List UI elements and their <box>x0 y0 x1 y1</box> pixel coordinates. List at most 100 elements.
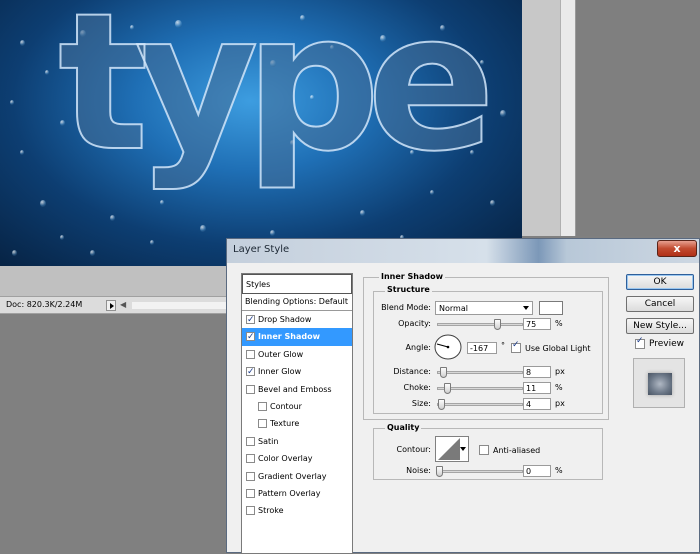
contour-picker[interactable] <box>435 436 469 462</box>
noise-input[interactable]: 0 <box>523 465 551 477</box>
vertical-scrollbar[interactable] <box>560 0 576 236</box>
style-item-pattern-overlay[interactable]: Pattern Overlay <box>242 485 352 502</box>
water-drop <box>40 200 46 208</box>
opacity-input[interactable]: 75 <box>523 318 551 330</box>
opacity-slider[interactable] <box>437 319 523 330</box>
style-item-checkbox[interactable] <box>246 312 255 329</box>
style-item-satin[interactable]: Satin <box>242 433 352 450</box>
style-item-gradient-overlay[interactable]: Gradient Overlay <box>242 468 352 485</box>
chevron-down-icon <box>460 447 466 451</box>
styles-header[interactable]: Styles <box>242 274 352 294</box>
ok-button[interactable]: OK <box>626 274 694 290</box>
cancel-button[interactable]: Cancel <box>626 296 694 312</box>
shadow-color-swatch[interactable] <box>539 301 563 315</box>
new-style-button[interactable]: New Style... <box>626 318 694 334</box>
style-item-checkbox[interactable] <box>246 349 255 359</box>
angle-dial[interactable] <box>433 334 463 360</box>
status-menu-arrow-icon[interactable] <box>106 300 116 311</box>
size-slider-handle[interactable] <box>438 399 445 410</box>
inner-shadow-title: Inner Shadow <box>379 272 445 281</box>
style-item-label: Inner Shadow <box>258 332 320 342</box>
blend-mode-select[interactable]: Normal <box>435 301 533 315</box>
preview-label[interactable]: Preview <box>649 339 684 349</box>
workspace-background <box>576 0 700 236</box>
anti-aliased-checkbox[interactable] <box>479 445 489 455</box>
choke-input[interactable]: 11 <box>523 382 551 394</box>
opacity-unit: % <box>555 319 563 328</box>
style-item-checkbox[interactable] <box>246 488 255 498</box>
quality-title: Quality <box>385 423 422 432</box>
close-button[interactable]: x <box>657 240 697 257</box>
angle-unit: ° <box>501 341 505 350</box>
dialog-title: Layer Style <box>233 244 290 255</box>
water-drop <box>150 240 154 245</box>
choke-slider-handle[interactable] <box>444 383 451 394</box>
blending-options-item[interactable]: Blending Options: Default <box>242 294 352 311</box>
opacity-slider-handle[interactable] <box>494 319 501 330</box>
style-item-label: Texture <box>270 419 300 429</box>
water-drop <box>90 250 95 256</box>
size-slider[interactable] <box>437 399 523 410</box>
style-preview <box>633 358 685 408</box>
style-item-checkbox[interactable] <box>246 454 255 464</box>
style-item-contour[interactable]: Contour <box>242 398 352 415</box>
distance-label: Distance: <box>393 367 431 376</box>
choke-unit: % <box>555 383 563 392</box>
style-item-drop-shadow[interactable]: Drop Shadow <box>242 311 352 329</box>
style-item-checkbox[interactable] <box>246 436 255 446</box>
style-item-label: Bevel and Emboss <box>258 384 332 394</box>
distance-slider[interactable] <box>437 367 523 378</box>
style-item-inner-shadow[interactable]: Inner Shadow <box>242 328 352 346</box>
use-global-light-checkbox[interactable]: ✓ <box>511 340 521 353</box>
water-drop <box>45 70 49 75</box>
scroll-left-icon[interactable]: ◀ <box>120 300 130 311</box>
style-item-texture[interactable]: Texture <box>242 415 352 432</box>
size-input[interactable]: 4 <box>523 398 551 410</box>
preview-checkbox[interactable]: ✓ <box>635 336 645 349</box>
style-item-label: Inner Glow <box>258 367 302 377</box>
style-item-outer-glow[interactable]: Outer Glow <box>242 346 352 363</box>
distance-slider-handle[interactable] <box>440 367 447 378</box>
noise-slider-handle[interactable] <box>436 466 443 477</box>
styles-list: Styles Blending Options: Default Drop Sh… <box>241 273 353 554</box>
style-item-label: Drop Shadow <box>258 315 312 324</box>
water-drop <box>490 200 495 206</box>
style-item-checkbox[interactable] <box>258 419 267 429</box>
dialog-titlebar[interactable]: Layer Style x <box>227 239 699 263</box>
style-item-label: Outer Glow <box>258 349 304 359</box>
style-item-checkbox[interactable] <box>246 384 255 394</box>
document-canvas[interactable]: type <box>0 0 522 266</box>
style-item-color-overlay[interactable]: Color Overlay <box>242 450 352 467</box>
style-item-checkbox[interactable] <box>246 471 255 481</box>
water-drop <box>20 40 25 46</box>
chevron-down-icon <box>523 306 529 310</box>
angle-input[interactable]: -167 <box>467 342 497 354</box>
contour-preview-icon <box>438 438 460 460</box>
canvas-pasteboard-bottom <box>0 266 226 296</box>
use-global-light-label[interactable]: Use Global Light <box>525 344 591 353</box>
noise-slider[interactable] <box>436 466 523 477</box>
style-item-label: Contour <box>270 401 302 411</box>
water-drop <box>10 100 14 105</box>
choke-label: Choke: <box>403 383 431 392</box>
choke-slider[interactable] <box>437 383 523 394</box>
style-item-checkbox[interactable] <box>258 401 267 411</box>
style-item-bevel-and-emboss[interactable]: Bevel and Emboss <box>242 381 352 398</box>
distance-input[interactable]: 8 <box>523 366 551 378</box>
style-items: Drop Shadow Inner Shadow Outer Glow Inner G… <box>242 311 352 520</box>
style-item-checkbox[interactable] <box>246 506 255 516</box>
style-item-checkbox[interactable] <box>246 364 255 381</box>
blend-mode-value: Normal <box>439 304 468 313</box>
style-item-inner-glow[interactable]: Inner Glow <box>242 363 352 381</box>
water-drop <box>110 215 115 221</box>
style-item-stroke[interactable]: Stroke <box>242 502 352 519</box>
canvas-pasteboard <box>522 0 560 236</box>
style-item-checkbox[interactable] <box>246 329 255 346</box>
anti-aliased-label[interactable]: Anti-aliased <box>493 446 540 455</box>
water-drop <box>60 235 64 240</box>
style-item-label: Stroke <box>258 506 284 516</box>
size-label: Size: <box>411 399 431 408</box>
horizontal-scrollbar[interactable] <box>132 302 226 309</box>
style-item-label: Color Overlay <box>258 454 313 464</box>
water-drop <box>12 250 17 256</box>
